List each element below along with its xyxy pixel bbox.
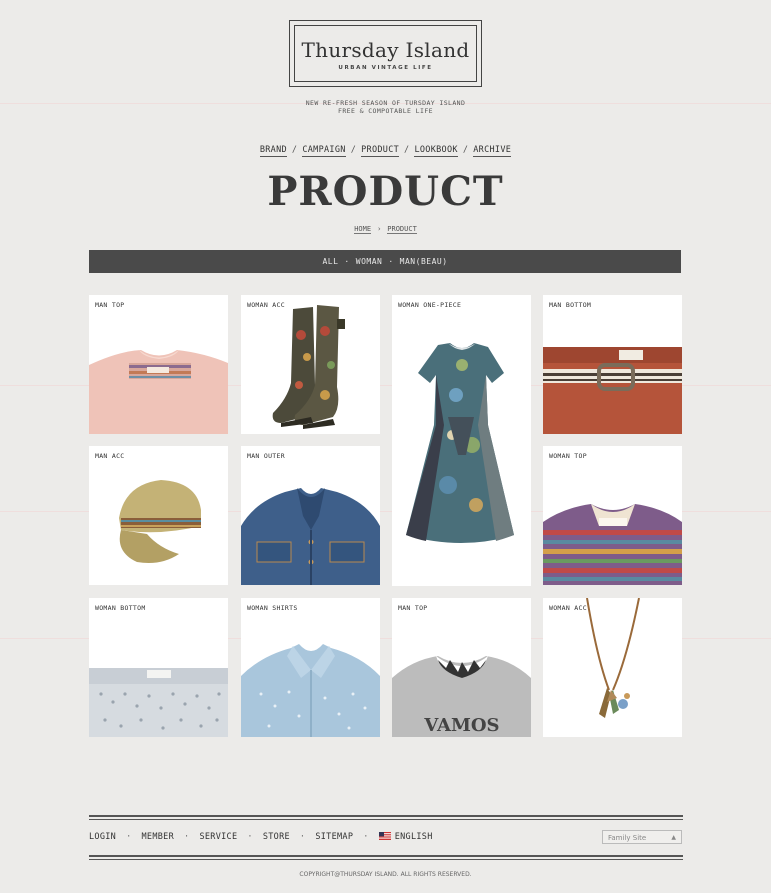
- vamos-print: VAMOS: [423, 715, 499, 736]
- product-card[interactable]: WOMAN ACC: [241, 295, 380, 434]
- product-card[interactable]: MAN ACC: [89, 446, 228, 585]
- footer-separator: ·: [363, 832, 369, 842]
- logo-subtitle: URBAN VINTAGE LIFE: [338, 65, 433, 71]
- tagline-line-1: NEW RE-FRESH SEASON OF TURSDAY ISLAND: [305, 99, 466, 107]
- copyright-text: COPYRIGHT@THURSDAY ISLAND. ALL RIGHTS RE…: [299, 871, 472, 878]
- floral-rain-boots-image: [272, 305, 345, 429]
- filter-all[interactable]: ALL: [322, 257, 338, 266]
- footer-login[interactable]: LOGIN: [89, 832, 116, 842]
- footer-divider-bottom-thin: [89, 859, 683, 860]
- footer-separator: ·: [299, 832, 306, 842]
- footer-separator: ·: [184, 832, 190, 842]
- logo[interactable]: Thursday Island URBAN VINTAGE LIFE: [289, 20, 482, 87]
- nav-campaign[interactable]: CAMPAIGN: [302, 145, 346, 157]
- product-category: MAN TOP: [95, 301, 125, 309]
- product-category: MAN TOP: [398, 604, 428, 612]
- footer-divider-top: [89, 815, 683, 817]
- logo-frame: Thursday Island URBAN VINTAGE LIFE: [294, 25, 477, 82]
- nav-brand[interactable]: BRAND: [259, 145, 287, 157]
- footer-divider-bottom: [89, 855, 683, 857]
- chevron-up-icon: ▲: [671, 834, 676, 841]
- family-site-label: Family Site: [608, 834, 647, 842]
- footer-separator: ·: [126, 832, 132, 842]
- product-card[interactable]: WOMAN TOP: [543, 446, 682, 585]
- us-flag-icon: [378, 832, 391, 840]
- rust-pants-with-belt-image: [543, 347, 682, 434]
- product-category: MAN OUTER: [247, 452, 285, 460]
- product-category: WOMAN TOP: [549, 452, 587, 460]
- product-card[interactable]: MAN TOP VAMOS: [392, 598, 531, 737]
- product-card[interactable]: WOMAN SHIRTS: [241, 598, 380, 737]
- denim-jacket-image: [241, 488, 380, 585]
- filter-man[interactable]: MAN(BEAU): [400, 257, 448, 266]
- nav-separator: /: [462, 145, 469, 155]
- striped-knit-cardigan-image: [543, 504, 682, 585]
- footer-language-label: ENGLISH: [394, 832, 433, 842]
- product-category: WOMAN SHIRTS: [247, 604, 298, 612]
- pink-tshirt-image: [89, 350, 228, 434]
- nav-lookbook[interactable]: LOOKBOOK: [414, 145, 458, 157]
- floral-dress-image: [406, 343, 514, 543]
- product-category: MAN ACC: [95, 452, 125, 460]
- breadcrumb-home[interactable]: HOME: [354, 225, 372, 234]
- product-card[interactable]: MAN BOTTOM: [543, 295, 682, 434]
- filter-separator: ·: [344, 257, 350, 266]
- product-category: MAN BOTTOM: [549, 301, 592, 309]
- filter-separator: ·: [388, 257, 394, 266]
- product-card[interactable]: MAN TOP: [89, 295, 228, 434]
- footer-divider-top-thin: [89, 819, 683, 820]
- product-card[interactable]: MAN OUTER: [241, 446, 380, 585]
- product-category: WOMAN BOTTOM: [95, 604, 146, 612]
- nav-archive[interactable]: ARCHIVE: [473, 145, 512, 157]
- feather-necklace-image: [586, 598, 640, 718]
- product-card[interactable]: WOMAN ONE-PIECE: [392, 295, 531, 586]
- page-title: PRODUCT: [267, 168, 504, 215]
- footer-member[interactable]: MEMBER: [142, 832, 175, 842]
- logo-title: Thursday Island: [301, 38, 470, 62]
- filter-woman[interactable]: WOMAN: [356, 257, 383, 266]
- grey-sweatshirt-image: VAMOS: [392, 656, 531, 737]
- nav-product[interactable]: PRODUCT: [361, 145, 400, 157]
- footer-separator: ·: [247, 832, 253, 842]
- khaki-cap-image: [119, 480, 201, 563]
- tagline-line-2: FREE & COMPOTABLE LIFE: [338, 107, 433, 115]
- main-nav: BRAND / CAMPAIGN / PRODUCT / LOOKBOOK / ARCHIVE: [0, 145, 771, 157]
- nav-separator: /: [291, 145, 298, 155]
- breadcrumb-current[interactable]: PRODUCT: [387, 225, 417, 234]
- product-category: WOMAN ONE-PIECE: [398, 301, 462, 309]
- nav-separator: /: [404, 145, 410, 155]
- product-card[interactable]: WOMAN BOTTOM: [89, 598, 228, 737]
- category-filter-bar: ALL · WOMAN · MAN(BEAU): [89, 250, 681, 273]
- eyelet-shorts-image: [89, 668, 228, 737]
- family-site-select[interactable]: Family Site ▲: [602, 830, 682, 844]
- tagline: NEW RE-FRESH SEASON OF TURSDAY ISLAND FR…: [0, 99, 771, 115]
- nav-separator: /: [350, 145, 357, 155]
- footer-language[interactable]: ENGLISH: [378, 832, 433, 842]
- dotted-blue-shirt-image: [241, 644, 380, 737]
- product-category: WOMAN ACC: [247, 301, 285, 309]
- footer-store[interactable]: STORE: [263, 832, 290, 842]
- footer-service[interactable]: SERVICE: [199, 832, 237, 842]
- footer-sitemap[interactable]: SITEMAP: [315, 832, 353, 842]
- breadcrumb-arrow-icon: ›: [377, 225, 382, 233]
- product-category: WOMAN ACC: [549, 604, 587, 612]
- product-card[interactable]: WOMAN ACC: [543, 598, 682, 737]
- footer-nav: LOGIN · MEMBER · SERVICE · STORE · SITEMAP · ENGLI…: [89, 832, 433, 842]
- breadcrumb: HOME › PRODUCT: [0, 225, 771, 234]
